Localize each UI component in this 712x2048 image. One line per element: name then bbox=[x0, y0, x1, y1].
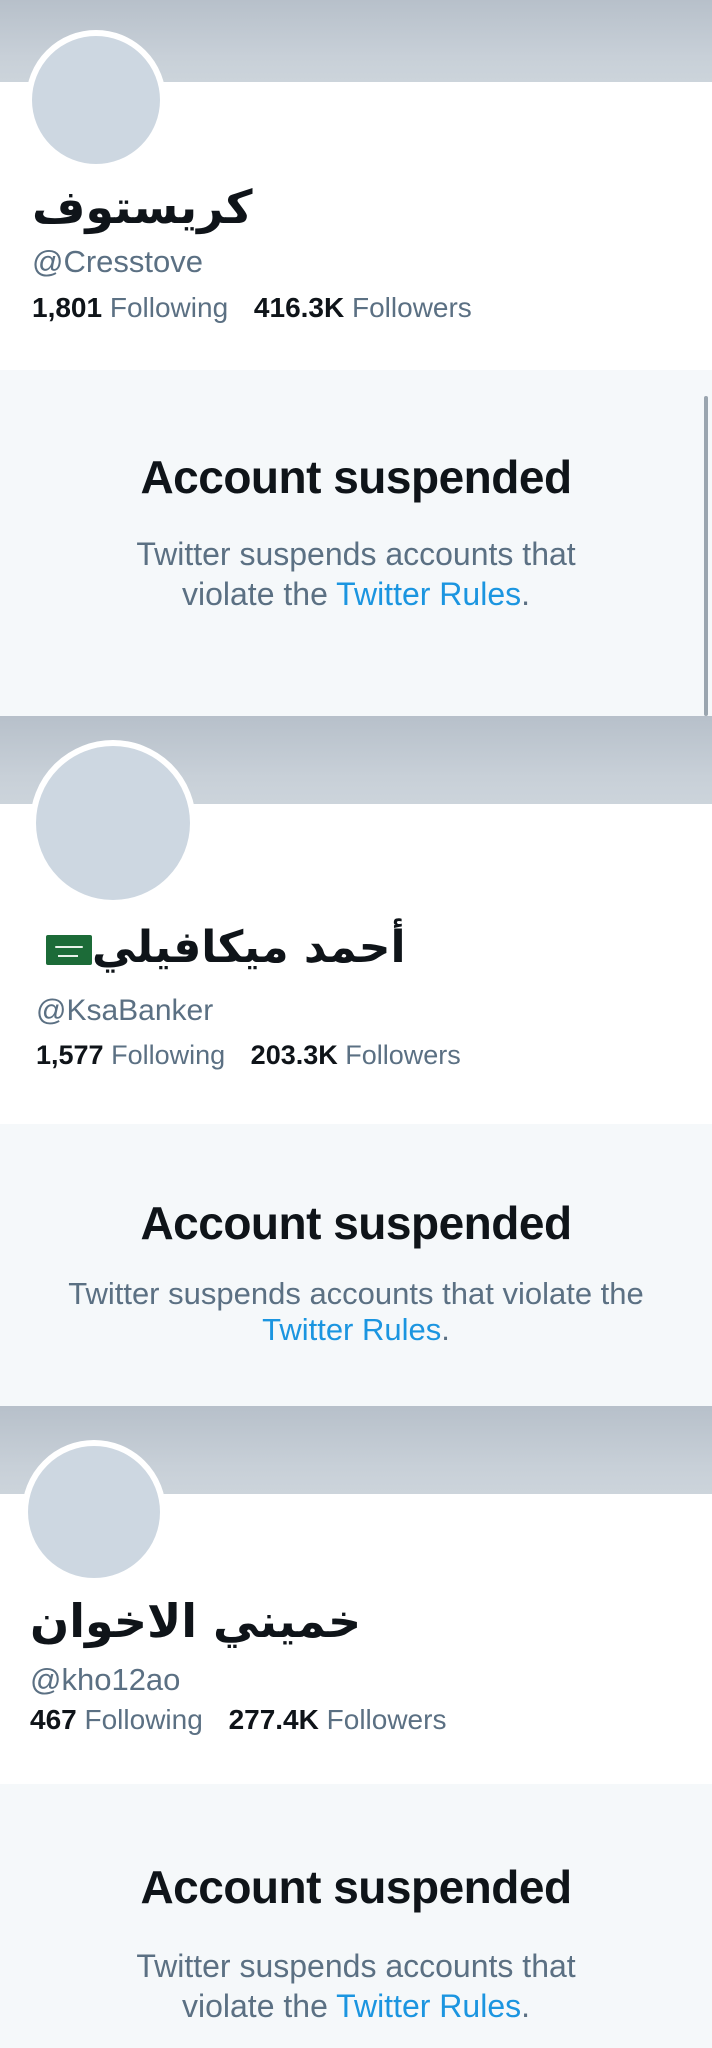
avatar[interactable] bbox=[26, 30, 166, 170]
scrollbar[interactable] bbox=[704, 396, 708, 716]
following-stat[interactable]: 1,801 Following bbox=[32, 292, 228, 324]
period: . bbox=[521, 576, 530, 612]
profile-stats: 1,577 Following 203.3K Followers bbox=[36, 1040, 461, 1071]
followers-stat[interactable]: 416.3K Followers bbox=[254, 292, 472, 324]
handle: @Cresstove bbox=[32, 244, 204, 279]
following-stat[interactable]: 1,577 Following bbox=[36, 1040, 225, 1071]
display-name: كريستوف bbox=[32, 180, 253, 234]
avatar[interactable] bbox=[22, 1440, 166, 1584]
followers-stat[interactable]: 277.4K Followers bbox=[229, 1704, 447, 1736]
following-count: 1,801 bbox=[32, 292, 103, 323]
profile-stats: 1,801 Following 416.3K Followers bbox=[32, 292, 472, 324]
following-count: 1,577 bbox=[36, 1040, 104, 1070]
handle: @KsaBanker bbox=[36, 994, 214, 1027]
account-suspended-panel: Account suspended Twitter suspends accou… bbox=[0, 1124, 712, 1406]
followers-label: Followers bbox=[352, 292, 472, 323]
period: . bbox=[521, 1988, 530, 2024]
twitter-rules-link[interactable]: Twitter Rules bbox=[336, 576, 521, 612]
followers-stat[interactable]: 203.3K Followers bbox=[251, 1040, 461, 1071]
twitter-rules-link[interactable]: Twitter Rules bbox=[336, 1988, 521, 2024]
suspended-title: Account suspended bbox=[140, 451, 572, 503]
suspended-message: Twitter suspends accounts that violate t… bbox=[56, 1276, 656, 1348]
suspended-title: Account suspended bbox=[140, 1861, 572, 1913]
followers-label: Followers bbox=[345, 1040, 461, 1070]
handle: @kho12ao bbox=[30, 1662, 181, 1697]
suspended-message: Twitter suspends accounts that violate t… bbox=[106, 1946, 606, 2026]
suspended-text: Twitter suspends accounts that violate t… bbox=[68, 1276, 644, 1311]
display-name: خميني الاخوان bbox=[30, 1594, 362, 1648]
screenshot-stack: كريستوف @Cresstove 1,801 Following 416.3… bbox=[0, 0, 712, 2048]
following-stat[interactable]: 467 Following bbox=[30, 1704, 203, 1736]
avatar[interactable] bbox=[30, 740, 196, 906]
profile-stats: 467 Following 277.4K Followers bbox=[30, 1704, 446, 1736]
account-suspended-panel: Account suspended Twitter suspends accou… bbox=[0, 370, 712, 716]
suspended-title: Account suspended bbox=[140, 1197, 572, 1249]
followers-count: 203.3K bbox=[250, 1040, 338, 1070]
period: . bbox=[441, 1312, 450, 1347]
twitter-rules-link[interactable]: Twitter Rules bbox=[262, 1312, 441, 1347]
followers-label: Followers bbox=[326, 1704, 447, 1735]
display-name-row: أحمد ميكافيلي bbox=[36, 922, 406, 973]
followers-count: 416.3K bbox=[253, 292, 345, 323]
saudi-flag-icon bbox=[46, 935, 92, 965]
followers-count: 277.4K bbox=[228, 1704, 319, 1735]
account-suspended-panel: Account suspended Twitter suspends accou… bbox=[0, 1784, 712, 2048]
following-label: Following bbox=[109, 292, 229, 323]
suspended-message: Twitter suspends accounts that violate t… bbox=[106, 534, 606, 614]
following-count: 467 bbox=[30, 1704, 77, 1735]
following-label: Following bbox=[84, 1704, 203, 1735]
following-label: Following bbox=[111, 1040, 226, 1070]
display-name: أحمد ميكافيلي bbox=[92, 922, 406, 973]
